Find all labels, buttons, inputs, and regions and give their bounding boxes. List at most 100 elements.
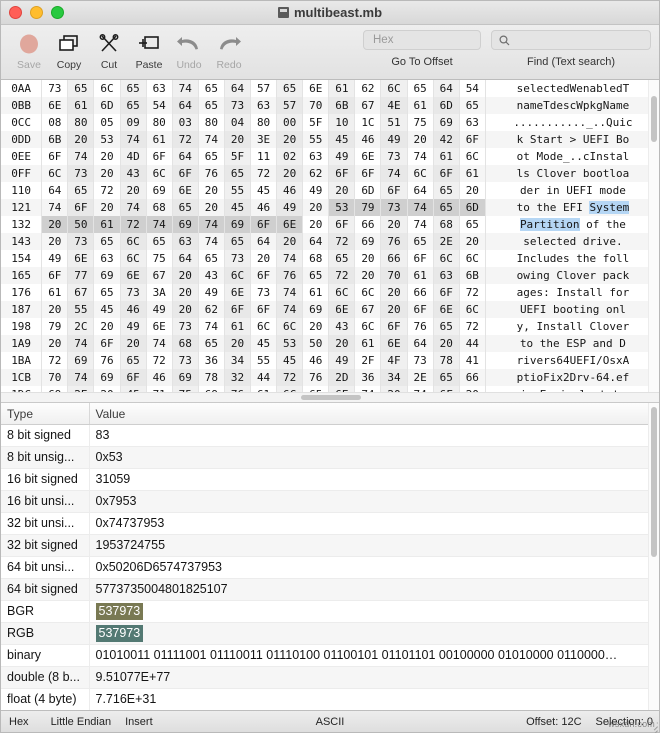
hex-byte-cell[interactable]: 65 xyxy=(224,233,252,250)
hex-byte-cell[interactable]: 73 xyxy=(407,352,434,369)
hex-byte-cell[interactable]: 20 xyxy=(224,335,252,352)
hex-ascii-cell[interactable]: ot Mode_..cInstal xyxy=(485,148,659,165)
hex-byte-cell[interactable]: 72 xyxy=(250,165,278,182)
hex-byte-cell[interactable]: 77 xyxy=(67,267,95,284)
hex-byte-cell[interactable]: 6C xyxy=(407,165,434,182)
hex-byte-cell[interactable]: 55 xyxy=(224,182,252,199)
hex-byte-cell[interactable]: 70 xyxy=(41,369,69,386)
hex-byte-cell[interactable]: 53 xyxy=(276,335,304,352)
hex-byte-cell[interactable]: 65 xyxy=(433,199,460,216)
hex-byte-cell[interactable]: 72 xyxy=(328,267,356,284)
hex-byte-cell[interactable]: 62 xyxy=(198,301,225,318)
close-button[interactable] xyxy=(9,6,22,19)
hex-byte-cell[interactable]: 11 xyxy=(250,148,278,165)
hex-byte-cell[interactable]: 61 xyxy=(146,131,173,148)
goto-offset-field[interactable] xyxy=(363,30,481,50)
hex-byte-cell[interactable]: 20 xyxy=(93,318,121,335)
hex-byte-cell[interactable]: 20 xyxy=(41,216,69,233)
hex-byte-cell[interactable]: 74 xyxy=(198,131,225,148)
hex-byte-cell[interactable]: 66 xyxy=(380,250,408,267)
hex-byte-cell[interactable]: 1C xyxy=(354,114,382,131)
hex-byte-cell[interactable]: 62 xyxy=(302,165,330,182)
hex-byte-cell[interactable]: 65 xyxy=(198,148,225,165)
hex-byte-cell[interactable]: 55 xyxy=(250,352,278,369)
inspector-value-cell[interactable]: 537973 xyxy=(89,600,659,623)
hex-byte-cell[interactable]: 20 xyxy=(328,182,356,199)
hex-byte-cell[interactable]: 66 xyxy=(407,284,434,301)
inspector-value-cell[interactable]: 7.716E+31 xyxy=(89,688,659,710)
hex-byte-cell[interactable]: 6F xyxy=(354,165,382,182)
hex-byte-cell[interactable]: 46 xyxy=(120,301,147,318)
hex-row[interactable]: 1BA 72 69 76 65 72 73 36 34 55 45 46 49 2F 4F 73 78 41 riv… xyxy=(1,352,659,369)
hex-byte-cell[interactable]: 49 xyxy=(198,284,225,301)
hex-byte-cell[interactable]: 76 xyxy=(198,165,225,182)
hex-byte-cell[interactable]: 20 xyxy=(172,284,199,301)
hex-byte-cell[interactable]: 6E xyxy=(172,182,199,199)
hex-byte-cell[interactable]: 65 xyxy=(276,80,304,97)
hex-byte-cell[interactable]: 61 xyxy=(302,284,330,301)
hex-byte-cell[interactable]: 6E xyxy=(328,301,356,318)
hex-ascii-cell[interactable]: to the EFI System xyxy=(485,199,659,216)
hex-byte-cell[interactable]: 69 xyxy=(93,369,121,386)
hex-byte-cell[interactable]: 65 xyxy=(93,233,121,250)
hex-byte-cell[interactable]: 43 xyxy=(198,267,225,284)
hex-byte-cell[interactable]: 73 xyxy=(172,352,199,369)
hex-byte-cell[interactable]: 64 xyxy=(302,233,330,250)
hex-byte-cell[interactable]: 49 xyxy=(276,199,304,216)
hex-byte-cell[interactable]: 64 xyxy=(407,182,434,199)
find-field[interactable] xyxy=(491,30,651,50)
hex-byte-cell[interactable]: 61 xyxy=(67,97,95,114)
hex-byte-cell[interactable]: 6D xyxy=(459,199,486,216)
inspector-row[interactable]: BGR 537973 xyxy=(1,600,659,623)
hex-byte-cell[interactable]: 68 xyxy=(433,216,460,233)
inspector-value-cell[interactable]: 0x53 xyxy=(89,446,659,469)
hex-byte-cell[interactable]: 43 xyxy=(120,165,147,182)
hex-byte-cell[interactable]: 49 xyxy=(328,352,356,369)
hex-byte-cell[interactable]: 20 xyxy=(302,216,330,233)
hex-byte-cell[interactable]: 73 xyxy=(41,80,69,97)
hex-byte-cell[interactable]: 74 xyxy=(276,250,304,267)
hex-byte-cell[interactable]: 72 xyxy=(459,284,486,301)
hex-byte-cell[interactable]: 41 xyxy=(459,352,486,369)
hex-byte-cell[interactable]: 6F xyxy=(120,369,147,386)
hex-ascii-cell[interactable]: rivers64UEFI/OsxA xyxy=(485,352,659,369)
hex-byte-cell[interactable]: 65 xyxy=(67,80,95,97)
inspector-column-value[interactable]: Value xyxy=(89,403,659,425)
hex-byte-cell[interactable]: 6C xyxy=(250,318,278,335)
hex-byte-cell[interactable]: 63 xyxy=(433,267,460,284)
hex-byte-cell[interactable]: 68 xyxy=(172,335,199,352)
hex-view[interactable]: 0AA 73 65 6C 65 63 74 65 64 57 65 6E 61 62 6C 65 64 54 sel… xyxy=(1,80,659,403)
hex-byte-cell[interactable]: 69 xyxy=(302,301,330,318)
hex-byte-cell[interactable]: 80 xyxy=(250,114,278,131)
hex-byte-cell[interactable]: 6F xyxy=(328,165,356,182)
hex-byte-cell[interactable]: 79 xyxy=(354,199,382,216)
hex-byte-cell[interactable]: 6F xyxy=(459,131,486,148)
hex-byte-cell[interactable]: 49 xyxy=(120,318,147,335)
hex-byte-cell[interactable]: 2E xyxy=(407,369,434,386)
hex-byte-cell[interactable]: 50 xyxy=(67,216,95,233)
hex-ascii-cell[interactable]: nameTdescWpkgName xyxy=(485,97,659,114)
hex-byte-cell[interactable]: 61 xyxy=(224,318,252,335)
zoom-button[interactable] xyxy=(51,6,64,19)
hex-byte-cell[interactable]: 10 xyxy=(328,114,356,131)
hex-byte-cell[interactable]: 36 xyxy=(354,369,382,386)
hex-byte-cell[interactable]: 4E xyxy=(380,97,408,114)
hex-byte-cell[interactable]: 44 xyxy=(459,335,486,352)
hex-row[interactable]: 176 61 67 65 73 3A 20 49 6E 73 74 61 6C 6C 20 66 6F 72 age… xyxy=(1,284,659,301)
hex-byte-cell[interactable]: 64 xyxy=(250,233,278,250)
cut-button[interactable]: Cut xyxy=(89,25,129,71)
inspector-value-cell[interactable]: 0x7953 xyxy=(89,490,659,513)
hex-byte-cell[interactable]: 65 xyxy=(120,97,147,114)
hex-byte-cell[interactable]: 6E xyxy=(433,301,460,318)
hex-byte-cell[interactable]: 46 xyxy=(276,182,304,199)
hex-byte-cell[interactable]: 65 xyxy=(328,250,356,267)
hex-byte-cell[interactable]: 20 xyxy=(224,131,252,148)
hex-byte-cell[interactable]: 63 xyxy=(302,148,330,165)
hex-byte-cell[interactable]: 61 xyxy=(433,148,460,165)
hex-byte-cell[interactable]: 72 xyxy=(459,318,486,335)
hex-byte-cell[interactable]: 36 xyxy=(198,352,225,369)
hex-row[interactable]: 198 79 2C 20 49 6E 73 74 61 6C 6C 20 43 6C 6F 76 65 72 y, … xyxy=(1,318,659,335)
hex-byte-cell[interactable]: 65 xyxy=(433,318,460,335)
hex-byte-cell[interactable]: 6F xyxy=(250,267,278,284)
undo-button[interactable]: Undo xyxy=(169,25,209,71)
